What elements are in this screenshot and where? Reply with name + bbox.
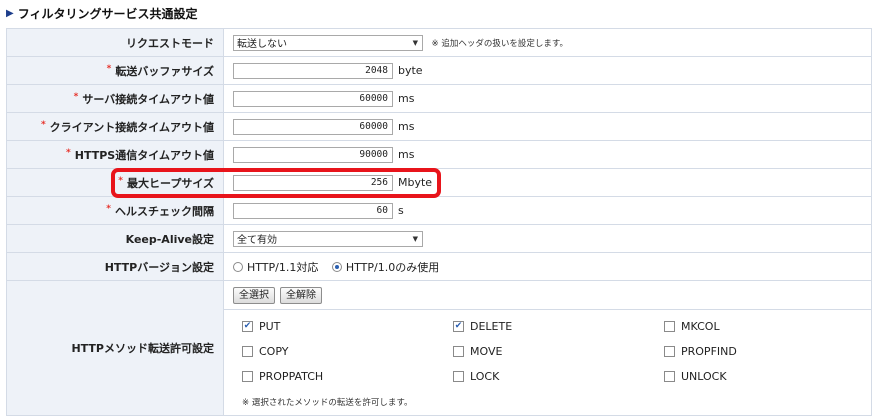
required-mark: * (66, 147, 71, 158)
method-delete[interactable]: ✔ DELETE (453, 314, 664, 339)
required-mark: * (118, 175, 123, 186)
method-lock-label: LOCK (470, 370, 500, 383)
checkbox-empty-icon[interactable] (664, 371, 675, 382)
http-methods-label: HTTPメソッド転送許可設定 (6, 280, 224, 416)
keep-alive-select[interactable]: 全て有効 ▼ (233, 230, 423, 247)
method-proppatch[interactable]: PROPPATCH (242, 364, 453, 389)
request-mode-selected: 転送しない (237, 39, 287, 50)
client-timeout-unit: ms (398, 120, 415, 133)
method-move-label: MOVE (470, 345, 503, 358)
request-mode-select[interactable]: 転送しない ▼ (233, 34, 423, 51)
checkbox-empty-icon[interactable] (242, 346, 253, 357)
checkbox-empty-icon[interactable] (453, 346, 464, 357)
row-client-timeout: * クライアント接続タイムアウト値 60000 ms (6, 112, 872, 141)
row-http-methods: HTTPメソッド転送許可設定 全選択 全解除 ✔ PUT ✔ DELETE MKCO… (6, 280, 872, 416)
row-request-mode: リクエストモード 転送しない ▼ ※ 追加ヘッダの扱いを設定します。 (6, 28, 872, 57)
server-timeout-unit: ms (398, 92, 415, 105)
method-propfind[interactable]: PROPFIND (664, 339, 874, 364)
https-timeout-unit: ms (398, 148, 415, 161)
checkbox-empty-icon[interactable] (453, 371, 464, 382)
server-timeout-input[interactable]: 60000 (233, 90, 393, 107)
method-copy[interactable]: COPY (242, 339, 453, 364)
method-propfind-label: PROPFIND (681, 345, 737, 358)
method-put-label: PUT (259, 320, 281, 333)
method-mkcol-label: MKCOL (681, 320, 720, 333)
required-mark: * (106, 63, 112, 74)
checkbox-checked-icon[interactable]: ✔ (453, 321, 464, 332)
http11-radio[interactable] (233, 261, 243, 272)
method-button-bar: 全選択 全解除 (224, 281, 871, 309)
row-https-timeout: * HTTPS通信タイムアウト値 90000 ms (6, 140, 872, 169)
request-mode-label: リクエストモード (6, 28, 224, 57)
checkbox-checked-icon[interactable]: ✔ (242, 321, 253, 332)
row-health-check: * ヘルスチェック間隔 60 s (6, 196, 872, 225)
https-timeout-label: HTTPS通信タイムアウト値 (74, 148, 214, 162)
settings-table: リクエストモード 転送しない ▼ ※ 追加ヘッダの扱いを設定します。 * 転送バッ… (6, 28, 872, 416)
clear-all-button[interactable]: 全解除 (280, 286, 322, 304)
http11-radio-label[interactable]: HTTP/1.1対応 (247, 261, 318, 274)
health-check-unit: s (398, 204, 404, 217)
row-buffer-size: * 転送バッファサイズ 2048 byte (6, 56, 872, 85)
health-check-label: ヘルスチェック間隔 (115, 204, 214, 218)
method-delete-label: DELETE (470, 320, 513, 333)
method-move[interactable]: MOVE (453, 339, 664, 364)
method-unlock[interactable]: UNLOCK (664, 364, 874, 389)
method-lock[interactable]: LOCK (453, 364, 664, 389)
client-timeout-label: クライアント接続タイムアウト値 (49, 120, 214, 134)
method-proppatch-label: PROPPATCH (259, 370, 324, 383)
triangle-marker-icon: ▶ (6, 7, 14, 19)
chevron-down-icon: ▼ (412, 234, 418, 243)
http-version-label: HTTPバージョン設定 (6, 252, 224, 281)
row-max-heap: * 最大ヒープサイズ 256 Mbyte (6, 168, 872, 197)
keep-alive-selected: 全て有効 (237, 235, 277, 246)
method-unlock-label: UNLOCK (681, 370, 727, 383)
method-mkcol[interactable]: MKCOL (664, 314, 874, 339)
method-copy-label: COPY (259, 345, 289, 358)
max-heap-unit: Mbyte (398, 176, 433, 189)
chevron-down-icon: ▼ (412, 38, 418, 47)
checkbox-empty-icon[interactable] (664, 321, 675, 332)
checkbox-empty-icon[interactable] (242, 371, 253, 382)
server-timeout-label: サーバ接続タイムアウト値 (82, 92, 214, 106)
row-http-version: HTTPバージョン設定 HTTP/1.1対応 HTTP/1.0のみ使用 (6, 252, 872, 281)
required-mark: * (40, 119, 46, 130)
row-keep-alive: Keep-Alive設定 全て有効 ▼ (6, 224, 872, 253)
buffer-size-unit: byte (398, 64, 423, 77)
request-mode-note: ※ 追加ヘッダの扱いを設定します。 (431, 38, 568, 49)
method-put[interactable]: ✔ PUT (242, 314, 453, 339)
methods-note: ※ 選択されたメソッドの転送を許可します。 (242, 398, 413, 408)
http10-radio-label[interactable]: HTTP/1.0のみ使用 (346, 261, 439, 274)
client-timeout-input[interactable]: 60000 (233, 118, 393, 135)
checkbox-empty-icon[interactable] (664, 346, 675, 357)
required-mark: * (106, 203, 111, 214)
buffer-size-label: 転送バッファサイズ (115, 64, 214, 78)
section-title: フィルタリングサービス共通設定 (17, 6, 198, 21)
row-server-timeout: * サーバ接続タイムアウト値 60000 ms (6, 84, 872, 113)
https-timeout-input[interactable]: 90000 (233, 146, 393, 163)
max-heap-input[interactable]: 256 (233, 174, 393, 191)
health-check-input[interactable]: 60 (233, 202, 393, 219)
select-all-button[interactable]: 全選択 (233, 286, 275, 304)
max-heap-label: 最大ヒープサイズ (126, 176, 214, 190)
http10-radio[interactable] (331, 261, 342, 272)
method-list: ✔ PUT ✔ DELETE MKCOL COPY MOVE PROPFIND PR… (224, 309, 871, 415)
required-mark: * (73, 91, 79, 102)
buffer-size-input[interactable]: 2048 (233, 62, 393, 79)
keep-alive-label: Keep-Alive設定 (6, 224, 224, 253)
section-header: ▶ フィルタリングサービス共通設定 (6, 4, 197, 22)
